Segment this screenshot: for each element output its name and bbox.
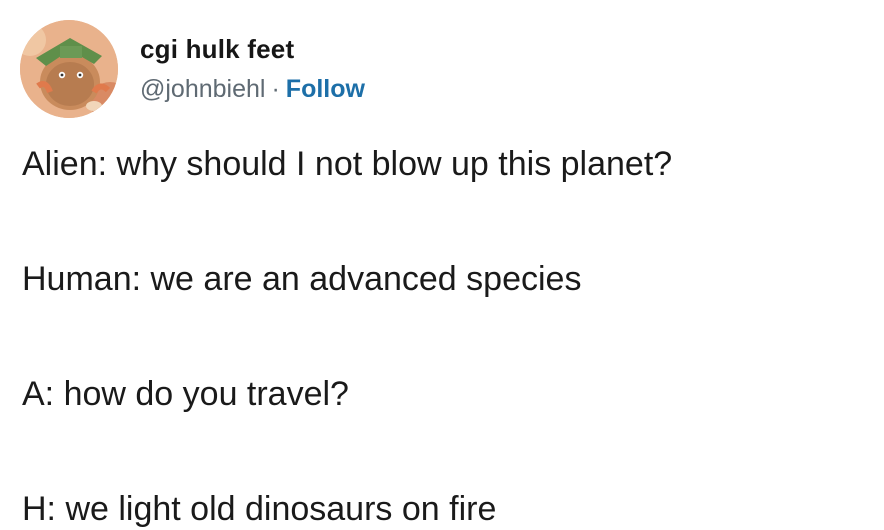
- display-name[interactable]: cgi hulk feet: [140, 32, 365, 66]
- follow-button[interactable]: Follow: [286, 75, 365, 103]
- user-meta: cgi hulk feet @johnbiehl · Follow: [140, 32, 365, 106]
- tweet-body: Alien: why should I not blow up this pla…: [22, 143, 862, 530]
- tweet-header: cgi hulk feet @johnbiehl · Follow: [20, 14, 365, 124]
- handle-separator: ·: [271, 75, 280, 103]
- tweet-text-line: Human: we are an advanced species: [22, 260, 582, 298]
- user-handle[interactable]: @johnbiehl: [140, 75, 265, 103]
- tweet-text-line: H: we light old dinosaurs on fire: [22, 490, 497, 528]
- avatar-illustration-icon: [20, 20, 118, 118]
- tweet-text-line: A: how do you travel?: [22, 375, 349, 413]
- tweet-card: cgi hulk feet @johnbiehl · Follow Alien: w…: [0, 0, 884, 528]
- tweet-text-line: Alien: why should I not blow up this pla…: [22, 145, 673, 183]
- avatar[interactable]: [20, 20, 118, 118]
- handle-row: @johnbiehl · Follow: [140, 72, 365, 106]
